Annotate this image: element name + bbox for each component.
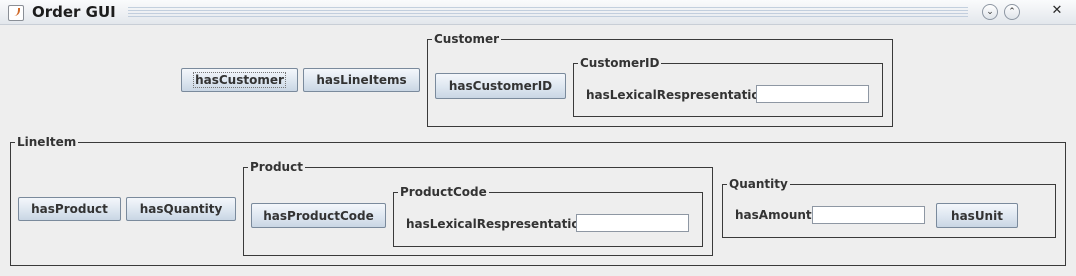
customer-id-legend: CustomerID (578, 56, 662, 70)
has-line-items-button[interactable]: hasLineItems (303, 68, 420, 92)
line-item-legend: LineItem (15, 135, 79, 149)
close-icon[interactable]: ✕ (1050, 4, 1064, 18)
minimize-icon[interactable]: ⌄ (982, 4, 998, 20)
product-code-legend: ProductCode (398, 185, 489, 199)
product-code-lexical-input[interactable] (576, 214, 689, 232)
has-amount-label: hasAmount (735, 208, 812, 222)
maximize-icon[interactable]: ⌃ (1004, 4, 1020, 20)
has-product-code-button[interactable]: hasProductCode (251, 203, 386, 228)
java-cup-icon (8, 5, 24, 21)
has-product-button[interactable]: hasProduct (18, 197, 121, 221)
customer-id-lexical-input[interactable] (756, 85, 869, 103)
has-unit-button[interactable]: hasUnit (936, 203, 1018, 228)
title-bar[interactable]: Order GUI ⌄ ⌃ ✕ (0, 0, 1076, 25)
product-legend: Product (248, 160, 305, 174)
customer-id-lexical-label: hasLexicalRespresentation (586, 88, 769, 102)
quantity-legend: Quantity (727, 177, 790, 191)
has-customer-button[interactable]: hasCustomer (181, 68, 298, 92)
customer-legend: Customer (432, 32, 502, 46)
has-customer-label: hasCustomer (193, 72, 286, 88)
has-amount-input[interactable] (812, 206, 925, 224)
title-bar-grip (128, 7, 968, 17)
has-quantity-button[interactable]: hasQuantity (126, 197, 236, 221)
window-title: Order GUI (32, 3, 116, 21)
product-code-lexical-label: hasLexicalRespresentation (406, 217, 589, 231)
order-gui-window: Order GUI ⌄ ⌃ ✕ hasCustomer hasLineItems… (0, 0, 1076, 276)
has-customer-id-button[interactable]: hasCustomerID (435, 73, 566, 99)
